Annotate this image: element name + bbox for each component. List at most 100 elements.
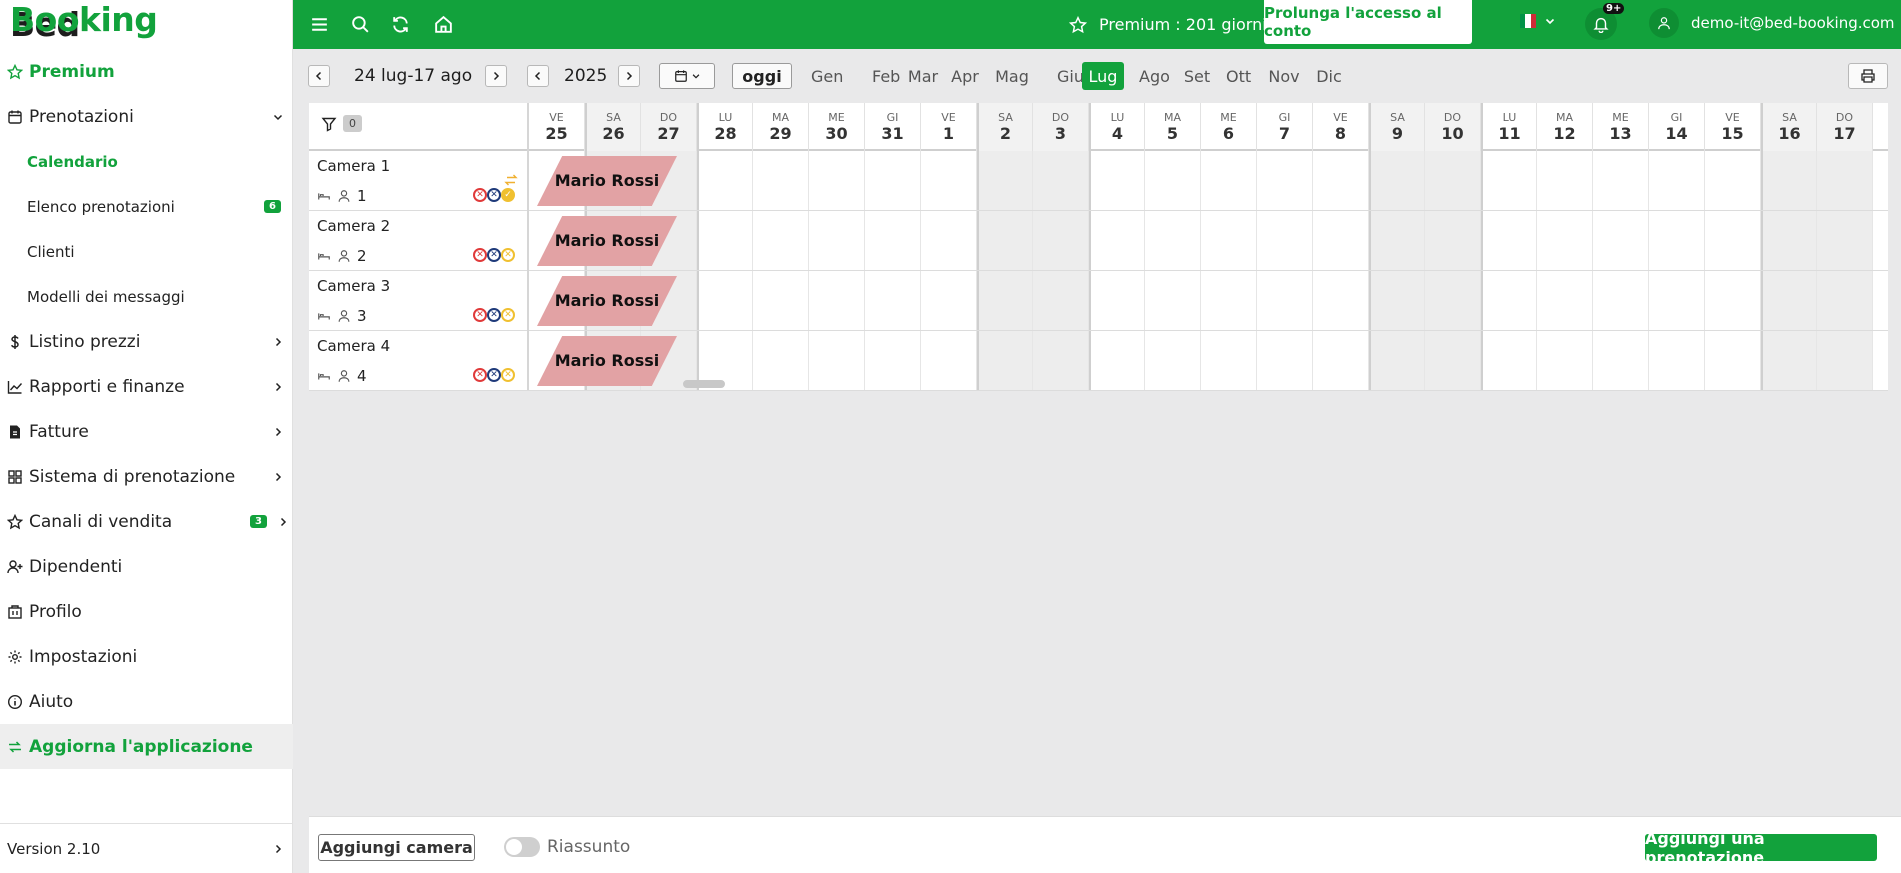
filter-button[interactable]: 0 xyxy=(321,115,362,132)
month-tab-set[interactable]: Set xyxy=(1178,62,1216,90)
day-weekday: DO xyxy=(1835,111,1854,124)
day-weekday: SA xyxy=(1782,111,1797,124)
count-badge: 3 xyxy=(250,515,267,528)
row-divider xyxy=(309,270,1888,271)
grid-icon xyxy=(0,469,29,485)
booking-block[interactable]: Mario Rossi xyxy=(537,156,677,206)
search-icon[interactable] xyxy=(348,12,373,37)
brand-logo[interactable]: Bed Booking xyxy=(0,0,292,49)
sidebar-item-prenotazioni[interactable]: Prenotazioni xyxy=(0,94,293,139)
premium-status[interactable]: Premium : 201 giorni xyxy=(1069,0,1267,49)
day-header: VE 1 xyxy=(921,103,977,151)
close-circle-icon[interactable]: ✕ xyxy=(473,188,487,202)
sidebar-subitem-elenco-prenotazioni[interactable]: Elenco prenotazioni 6 xyxy=(27,184,293,229)
day-number: 15 xyxy=(1721,124,1744,143)
day-header: MA 12 xyxy=(1537,103,1593,151)
close-circle-icon[interactable]: ✕ xyxy=(487,188,501,202)
day-number: 13 xyxy=(1609,124,1632,143)
booking-block[interactable]: Mario Rossi xyxy=(537,216,677,266)
today-button[interactable]: oggi xyxy=(732,63,792,89)
booking-block[interactable]: Mario Rossi xyxy=(537,336,677,386)
month-tab-nov[interactable]: Nov xyxy=(1263,62,1305,90)
month-tab-ago[interactable]: Ago xyxy=(1133,62,1176,90)
close-circle-icon[interactable]: ✕ xyxy=(501,308,515,322)
day-number: 29 xyxy=(769,124,792,143)
toggle-switch[interactable] xyxy=(504,837,540,857)
month-tab-gen[interactable]: Gen xyxy=(806,62,848,90)
day-weekday: LU xyxy=(1110,111,1125,124)
room-status-icons: ✕ ✕ ✓ xyxy=(473,188,515,202)
booking-guest-name: Mario Rossi xyxy=(554,291,660,310)
day-weekday: LU xyxy=(718,111,733,124)
range-prev-button[interactable] xyxy=(308,65,330,87)
month-tab-feb[interactable]: Feb xyxy=(867,62,905,90)
date-picker-button[interactable] xyxy=(659,63,715,89)
horizontal-scrollbar[interactable] xyxy=(683,380,725,388)
day-number: 6 xyxy=(1222,124,1235,143)
year-next-button[interactable] xyxy=(618,65,640,87)
sidebar-item-dipendenti[interactable]: Dipendenti xyxy=(0,544,293,589)
sidebar-item-premium[interactable]: Premium xyxy=(0,49,293,94)
language-selector[interactable] xyxy=(1520,14,1556,28)
extend-access-button[interactable]: Prolunga l'accesso al conto xyxy=(1264,0,1472,44)
day-header: DO 3 xyxy=(1033,103,1089,151)
day-header: VE 25 xyxy=(529,103,585,151)
sidebar-subitem-modelli-messaggi[interactable]: Modelli dei messaggi xyxy=(27,274,293,319)
day-header: ME 6 xyxy=(1201,103,1257,151)
summary-toggle[interactable]: Riassunto xyxy=(504,837,630,857)
day-number: 25 xyxy=(545,124,568,143)
close-circle-icon[interactable]: ✕ xyxy=(501,248,515,262)
day-header: LU 11 xyxy=(1481,103,1537,151)
count-badge: 6 xyxy=(264,200,281,213)
month-tab-dic[interactable]: Dic xyxy=(1311,62,1347,90)
month-tab-mar[interactable]: Mar xyxy=(901,62,945,90)
room-capacity: 2 xyxy=(357,247,367,265)
close-circle-icon[interactable]: ✕ xyxy=(501,368,515,382)
booking-block[interactable]: Mario Rossi xyxy=(537,276,677,326)
room-row-label[interactable]: Camera 1 1 ✕ ✕ ✓ xyxy=(309,151,527,211)
sidebar-item-aggiorna[interactable]: Aggiorna l'applicazione xyxy=(0,724,293,769)
swap-arrows-icon[interactable] xyxy=(503,171,519,190)
home-icon[interactable] xyxy=(431,12,456,37)
month-tab-ott[interactable]: Ott xyxy=(1221,62,1256,90)
sidebar-item-sistema-prenotazione[interactable]: Sistema di prenotazione xyxy=(0,454,293,499)
year-prev-button[interactable] xyxy=(527,65,549,87)
room-row-label[interactable]: Camera 2 2 ✕ ✕ ✕ xyxy=(309,211,527,271)
room-row-label[interactable]: Camera 4 4 ✕ ✕ ✕ xyxy=(309,331,527,391)
day-weekday: SA xyxy=(606,111,621,124)
version-row[interactable]: Version 2.10 xyxy=(0,823,293,873)
sidebar-item-rapporti-finanze[interactable]: Rapporti e finanze xyxy=(0,364,293,409)
sidebar-subitem-clienti[interactable]: Clienti xyxy=(27,229,293,274)
check-circle-icon[interactable]: ✓ xyxy=(501,188,515,202)
day-header: GI 7 xyxy=(1257,103,1313,151)
print-button[interactable] xyxy=(1848,63,1888,89)
close-circle-icon[interactable]: ✕ xyxy=(473,248,487,262)
sidebar-item-canali-vendita[interactable]: Canali di vendita 3 xyxy=(0,499,293,544)
room-row-label[interactable]: Camera 3 3 ✕ ✕ ✕ xyxy=(309,271,527,331)
close-circle-icon[interactable]: ✕ xyxy=(473,368,487,382)
month-tab-lug[interactable]: Lug xyxy=(1082,62,1124,90)
sidebar-item-aiuto[interactable]: Aiuto xyxy=(0,679,293,724)
add-room-button[interactable]: Aggiungi camera xyxy=(318,834,475,861)
sidebar-item-listino-prezzi[interactable]: Listino prezzi xyxy=(0,319,293,364)
day-weekday: ME xyxy=(1220,111,1237,124)
sidebar-item-impostazioni[interactable]: Impostazioni xyxy=(0,634,293,679)
add-booking-button[interactable]: Aggiungi una prenotazione xyxy=(1645,829,1877,867)
sidebar-subitem-calendario[interactable]: Calendario xyxy=(27,139,293,184)
day-header: SA 9 xyxy=(1369,103,1425,151)
chevron-right-icon xyxy=(626,71,633,81)
month-tab-mag[interactable]: Mag xyxy=(990,62,1034,90)
close-circle-icon[interactable]: ✕ xyxy=(487,248,501,262)
star-icon xyxy=(0,63,29,80)
sidebar-item-fatture[interactable]: Fatture xyxy=(0,409,293,454)
chevron-down-icon xyxy=(263,111,293,123)
close-circle-icon[interactable]: ✕ xyxy=(487,308,501,322)
menu-icon[interactable] xyxy=(307,12,332,37)
close-circle-icon[interactable]: ✕ xyxy=(473,308,487,322)
sync-icon[interactable] xyxy=(388,12,413,37)
sidebar-item-profilo[interactable]: Profilo xyxy=(0,589,293,634)
range-next-button[interactable] xyxy=(485,65,507,87)
month-tab-apr[interactable]: Apr xyxy=(945,62,985,90)
close-circle-icon[interactable]: ✕ xyxy=(487,368,501,382)
user-menu[interactable]: demo-it@bed-booking.com xyxy=(1649,8,1895,38)
